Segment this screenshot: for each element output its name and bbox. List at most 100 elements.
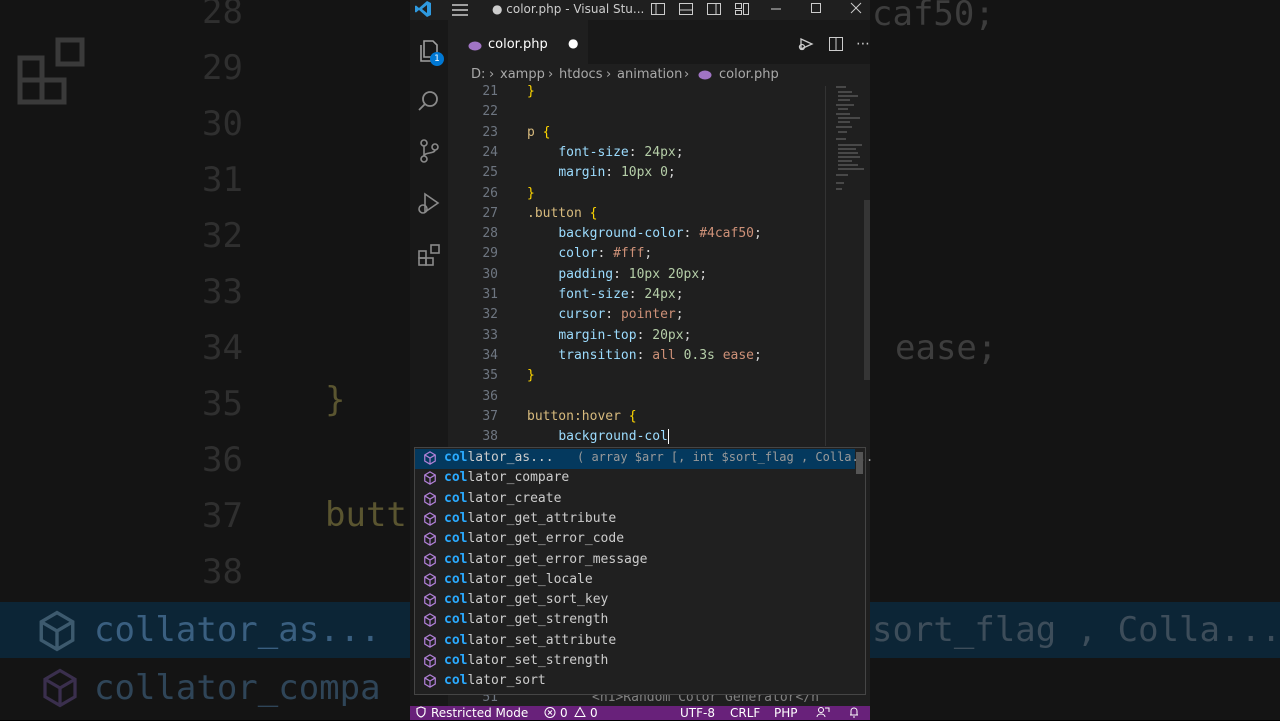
maximize-icon[interactable] — [810, 1, 822, 19]
explorer-badge: 1 — [430, 52, 444, 66]
editor-scrollbar[interactable] — [864, 200, 870, 380]
line-number: 27 — [482, 205, 498, 221]
breadcrumb-htdocs[interactable]: htdocs — [559, 67, 602, 82]
suggestion-item[interactable]: collator_get_sort_key — [415, 591, 855, 611]
method-cube-icon — [423, 552, 437, 567]
method-cube-icon — [423, 451, 437, 465]
code-token: 24px — [644, 144, 676, 160]
toggle-sidebar-icon[interactable] — [650, 1, 666, 21]
suggestion-match: col — [444, 592, 468, 608]
suggest-scrollbar[interactable] — [856, 452, 863, 474]
breadcrumb-xampp[interactable]: xampp — [500, 67, 545, 82]
suggestion-item[interactable]: collator_compare — [415, 469, 855, 489]
error-count[interactable]: 0 — [560, 706, 568, 720]
open-changes-icon[interactable] — [798, 36, 816, 56]
line-number: 34 — [482, 347, 498, 363]
suggestion-label: collator_set_strength — [444, 653, 608, 668]
line-number: 22 — [482, 104, 498, 120]
line-ending[interactable]: CRLF — [730, 706, 760, 720]
bg-line-number: 30 — [202, 104, 243, 144]
tab-color-php[interactable]: color.php ● — [448, 20, 588, 65]
error-icon[interactable] — [544, 706, 556, 721]
suggestion-item[interactable]: collator_get_locale — [415, 571, 855, 591]
code-line: font-size: 24px; — [527, 287, 683, 302]
suggestion-rest: lator_sort — [467, 673, 546, 689]
suggestion-label: collator_get_sort_key — [444, 592, 608, 607]
code-token: #fff — [613, 246, 645, 262]
line-number: 25 — [482, 165, 498, 181]
status-bar: Restricted Mode 0 0 UTF-8 CRLF PHP — [410, 706, 870, 720]
notifications-icon[interactable] — [848, 706, 860, 721]
restricted-mode-button[interactable]: Restricted Mode — [410, 706, 534, 720]
suggestion-label: collator_get_strength — [444, 612, 608, 627]
suggestion-item[interactable]: collator_get_error_code — [415, 530, 855, 550]
bg-line-number: 33 — [202, 272, 243, 312]
suggestion-item[interactable]: collator_as... ( array $arr [, int $sort_… — [415, 449, 873, 469]
menu-icon[interactable] — [450, 0, 470, 22]
suggestion-item[interactable]: collator_create — [415, 490, 855, 510]
suggestion-match: col — [444, 470, 468, 486]
code-token: margin — [558, 165, 606, 181]
code-token: ease — [714, 347, 755, 363]
toggle-secondary-sidebar-icon[interactable] — [706, 1, 722, 21]
more-actions-icon[interactable]: ⋯ — [856, 36, 870, 52]
suggestion-item[interactable]: collator_sort — [415, 672, 855, 692]
suggestion-rest: lator_get_attribute — [467, 510, 617, 526]
toggle-panel-icon[interactable] — [678, 1, 694, 21]
extensions-icon[interactable] — [416, 242, 442, 268]
method-cube-icon — [423, 532, 437, 547]
line-number: 33 — [482, 327, 498, 343]
suggestion-item[interactable]: collator_set_strength — [415, 652, 855, 672]
source-control-icon[interactable] — [416, 138, 442, 164]
code-line: } — [527, 186, 535, 201]
method-cube-icon — [423, 471, 437, 486]
code-token: margin-top — [558, 327, 637, 343]
code-token: ; — [675, 307, 684, 323]
code-line: margin-top: 20px; — [527, 328, 691, 343]
code-token: : — [628, 144, 645, 160]
code-token: } — [527, 185, 535, 201]
code-line: background-color: #4caf50; — [527, 226, 762, 241]
encoding[interactable]: UTF-8 — [680, 706, 715, 720]
minimap[interactable] — [834, 86, 866, 196]
code-token: 0.3s — [683, 347, 715, 363]
restricted-mode-label: Restricted Mode — [431, 706, 529, 720]
breadcrumb-drive[interactable]: D: — [471, 67, 485, 82]
layout-icon[interactable] — [734, 1, 750, 21]
warning-icon[interactable] — [574, 706, 586, 721]
bg-line-number: 32 — [202, 216, 243, 256]
breadcrumb-file[interactable]: color.php — [719, 67, 779, 82]
breadcrumb-sep-icon: › — [606, 67, 612, 82]
warning-count[interactable]: 0 — [590, 706, 598, 720]
explorer-icon[interactable]: 1 — [416, 38, 444, 66]
language-mode[interactable]: PHP — [774, 706, 798, 720]
search-icon[interactable] — [416, 88, 442, 114]
suggestion-rest: lator_get_locale — [467, 571, 593, 587]
close-icon[interactable] — [850, 1, 862, 19]
split-editor-icon[interactable] — [828, 36, 844, 56]
suggestion-match: col — [444, 490, 468, 506]
unsaved-dot[interactable]: ● — [568, 36, 578, 50]
method-cube-icon — [423, 512, 437, 526]
run-debug-icon[interactable] — [416, 190, 442, 216]
code-token: : — [597, 246, 614, 262]
suggestion-item[interactable]: collator_set_attribute — [415, 632, 855, 652]
code-token: { — [589, 205, 598, 221]
minimize-icon[interactable] — [770, 0, 782, 20]
suggestion-item[interactable]: collator_get_error_message — [415, 551, 855, 571]
method-cube-icon — [423, 654, 437, 668]
breadcrumb-animation[interactable]: animation — [617, 67, 682, 82]
method-cube-icon — [423, 593, 437, 607]
suggestion-item[interactable]: collator_get_attribute — [415, 510, 855, 530]
suggestion-rest: lator_get_strength — [467, 612, 609, 628]
line-number: 31 — [482, 287, 498, 302]
suggestion-item[interactable]: collator_get_strength — [415, 611, 855, 631]
bg-line-number: 38 — [202, 552, 243, 592]
feedback-icon[interactable] — [816, 706, 830, 721]
code-token: #4caf50 — [699, 226, 754, 242]
suggestion-rest: lator_get_error_code — [467, 531, 625, 547]
shield-icon — [416, 706, 426, 721]
